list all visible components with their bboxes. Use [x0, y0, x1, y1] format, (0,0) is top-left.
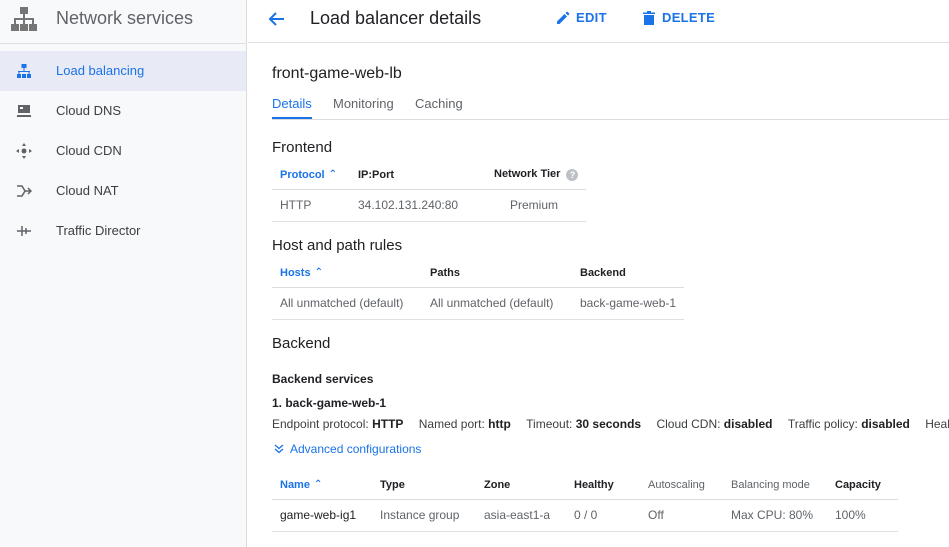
sidebar-item-label: Traffic Director [56, 223, 141, 238]
paths-column-header: Paths [422, 259, 572, 288]
advanced-configurations-toggle[interactable]: Advanced configurations [274, 442, 421, 456]
health-check-prop: Health c [925, 417, 949, 431]
sidebar-title: Network services [56, 8, 194, 28]
network-services-logo-icon [11, 7, 37, 31]
capacity-column-header: Capacity [827, 471, 898, 500]
sidebar: Network services Load balancing Cloud DN [0, 0, 247, 547]
name-cell: game-web-ig1 [272, 499, 372, 532]
ipport-cell: 34.102.131.240:80 [350, 189, 486, 222]
backend-cell: back-game-web-1 [572, 287, 685, 320]
delete-button[interactable]: DELETE [642, 10, 715, 25]
edit-button[interactable]: EDIT [556, 10, 607, 25]
backend-column-header: Backend [572, 259, 685, 288]
delete-label: DELETE [662, 10, 716, 25]
traffic-director-icon [17, 226, 31, 236]
sidebar-item-label: Load balancing [56, 63, 145, 78]
sort-up-icon: ⌃ [314, 266, 323, 278]
host-path-table: Hosts ⌃ Paths Backend All unmatched (defa… [272, 259, 685, 320]
autoscaling-cell: Off [640, 499, 723, 532]
balancing-mode-column-header: Balancing mode [723, 471, 827, 500]
network-tier-cell: Premium [486, 189, 587, 222]
sidebar-item-cloud-cdn[interactable]: Cloud CDN [0, 131, 246, 171]
autoscaling-column-header: Autoscaling [640, 471, 723, 500]
healthy-column-header: Healthy [566, 471, 640, 500]
sidebar-nav: Load balancing Cloud DNS Cloud CDN Cloud… [0, 51, 246, 251]
page-title: Load balancer details [310, 8, 482, 28]
zone-cell: asia-east1-a [476, 499, 566, 532]
tab-details[interactable]: Details [272, 96, 312, 119]
top-bar: Load balancer details EDIT DELETE [248, 0, 949, 43]
table-row: game-web-ig1 Instance group asia-east1-a… [272, 499, 898, 532]
hosts-cell: All unmatched (default) [272, 287, 422, 320]
hosts-column-header[interactable]: Hosts ⌃ [272, 259, 422, 288]
tab-monitoring[interactable]: Monitoring [333, 96, 394, 111]
sidebar-header: Network services [0, 0, 247, 44]
tab-caching[interactable]: Caching [415, 96, 463, 111]
timeout-prop: Timeout: 30 seconds [526, 417, 642, 431]
table-header-row: Name ⌃ Type Zone Healthy Autoscaling Bala… [272, 471, 898, 500]
host-path-section-title: Host and path rules [272, 237, 403, 254]
capacity-cell: 100% [827, 499, 898, 532]
sidebar-item-load-balancing[interactable]: Load balancing [0, 51, 246, 91]
paths-cell: All unmatched (default) [422, 287, 572, 320]
backend-service-properties: Endpoint protocol: HTTP Named port: http… [272, 417, 949, 431]
ipport-column-header: IP:Port [350, 161, 486, 190]
help-icon[interactable]: ? [566, 169, 579, 182]
sidebar-item-cloud-nat[interactable]: Cloud NAT [0, 171, 246, 211]
sort-up-icon: ⌃ [313, 478, 323, 490]
backend-services-title: Backend services [272, 372, 374, 386]
table-header-row: Protocol ⌃ IP:Port Network Tier? [272, 161, 587, 190]
type-cell: Instance group [372, 499, 476, 532]
table-row: HTTP 34.102.131.240:80 Premium [272, 189, 587, 222]
backend-instances-table: Name ⌃ Type Zone Healthy Autoscaling Bala… [272, 471, 898, 532]
advanced-configurations-label: Advanced configurations [290, 442, 422, 456]
protocol-cell: HTTP [272, 189, 350, 222]
table-row: All unmatched (default) All unmatched (d… [272, 287, 685, 320]
healthy-cell: 0 / 0 [566, 499, 640, 532]
traffic-policy-prop: Traffic policy: disabled [787, 417, 910, 431]
cloud-cdn-prop: Cloud CDN: disabled [656, 417, 773, 431]
name-column-header[interactable]: Name ⌃ [272, 471, 372, 500]
trash-icon [643, 10, 655, 25]
load-balancing-icon [17, 64, 31, 78]
sidebar-item-cloud-dns[interactable]: Cloud DNS [0, 91, 246, 131]
frontend-section-title: Frontend [272, 139, 333, 156]
type-column-header: Type [372, 471, 476, 500]
frontend-table: Protocol ⌃ IP:Port Network Tier? HTTP 34.… [272, 161, 587, 222]
table-header-row: Hosts ⌃ Paths Backend [272, 259, 685, 288]
sidebar-item-label: Cloud NAT [56, 183, 119, 198]
sidebar-item-label: Cloud DNS [56, 103, 122, 118]
sidebar-item-label: Cloud CDN [56, 143, 122, 158]
named-port-prop: Named port: http [418, 417, 511, 431]
double-chevron-down-icon [274, 444, 284, 454]
backend-section-title: Backend [272, 335, 331, 352]
nat-icon [17, 185, 32, 197]
zone-column-header: Zone [476, 471, 566, 500]
endpoint-protocol-prop: Endpoint protocol: HTTP [272, 417, 404, 431]
backend-service-name: 1. back-game-web-1 [272, 396, 387, 410]
back-arrow-icon[interactable] [267, 9, 287, 29]
load-balancer-name: front-game-web-lb [272, 65, 402, 82]
sidebar-item-traffic-director[interactable]: Traffic Director [0, 211, 246, 251]
network-tier-column-header: Network Tier? [486, 161, 587, 190]
edit-label: EDIT [576, 10, 607, 25]
balancing-mode-cell: Max CPU: 80% [723, 499, 827, 532]
tab-bar: Details Monitoring Caching [272, 95, 949, 120]
protocol-column-header[interactable]: Protocol ⌃ [272, 161, 350, 190]
dns-icon [17, 105, 31, 117]
cdn-icon [16, 143, 32, 159]
pencil-icon [557, 11, 570, 24]
sort-up-icon: ⌃ [328, 168, 338, 180]
